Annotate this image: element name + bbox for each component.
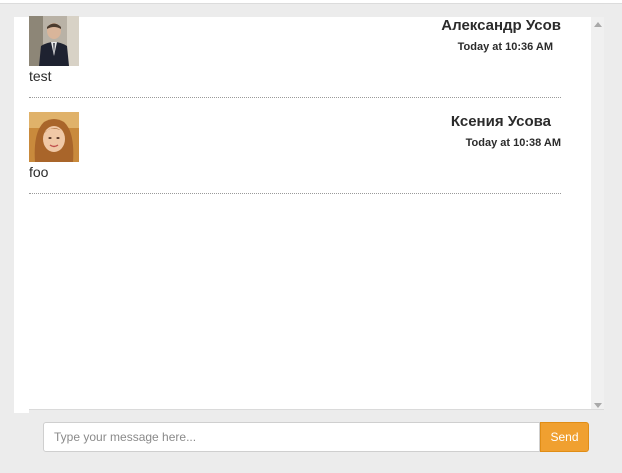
message-author: Александр Усов xyxy=(441,17,561,34)
message-timestamp: Today at 10:36 AM xyxy=(457,41,553,53)
avatar xyxy=(29,112,79,162)
message-text: test xyxy=(29,68,52,84)
scroll-up-arrow-icon[interactable] xyxy=(594,22,602,27)
send-button[interactable]: Send xyxy=(540,422,589,452)
message-input[interactable] xyxy=(43,422,540,452)
message-timestamp: Today at 10:38 AM xyxy=(465,137,561,149)
avatar xyxy=(29,16,79,66)
chat-message: Ксения Усова Today at 10:38 AM foo xyxy=(29,112,561,194)
message-text: foo xyxy=(29,164,49,180)
message-author: Ксения Усова xyxy=(450,113,551,130)
message-composer: Send xyxy=(29,409,604,464)
message-divider xyxy=(29,97,561,98)
message-list-scrollbar[interactable] xyxy=(591,17,604,413)
message-divider xyxy=(29,193,561,194)
chat-message: Александр Усов Today at 10:36 AM test xyxy=(29,16,561,98)
scroll-down-arrow-icon[interactable] xyxy=(594,403,602,408)
